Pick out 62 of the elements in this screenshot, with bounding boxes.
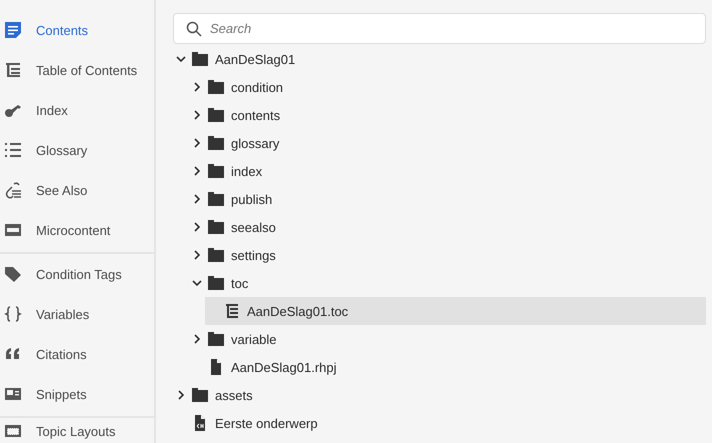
tree-item[interactable]: AanDeSlag01 [173,45,706,73]
chevron-right-icon[interactable] [192,138,202,148]
layout-icon [5,425,21,437]
sidebar-item[interactable]: Index [0,90,154,130]
folder-icon [208,164,224,178]
folder-icon [208,332,224,346]
chevron-right-icon[interactable] [192,166,202,176]
tree-item[interactable]: AanDeSlag01.toc [205,297,706,325]
tree-item[interactable]: glossary [189,129,706,157]
folder-icon [208,248,224,262]
tag-icon [5,267,21,282]
sidebar-item[interactable]: See Also [0,170,154,210]
file-icon [211,359,221,375]
tree-item[interactable]: variable [189,325,706,353]
link-icon [6,182,21,198]
sidebar-item[interactable]: Contents [0,10,154,50]
sidebar-item[interactable]: Topic Layouts [0,418,154,443]
panel-icon [5,224,21,236]
chevron-right-icon[interactable] [192,110,202,120]
tree-item[interactable]: toc [189,269,706,297]
folder-icon [208,220,224,234]
folder-icon [208,80,224,94]
folder-icon [208,192,224,206]
sidebar-item[interactable]: Glossary [0,130,154,170]
list-icon [5,143,21,157]
sidebar-item[interactable]: Variables [0,294,154,334]
chevron-right-icon[interactable] [192,250,202,260]
tree-item[interactable]: seealso [189,213,706,241]
list-tree-icon [226,304,238,318]
sidebar-item[interactable]: Microcontent [0,210,154,250]
key-icon [5,105,21,117]
chevron-right-icon[interactable] [192,194,202,204]
braces-icon [5,306,21,322]
list-tree-icon [6,63,20,77]
folder-icon [208,108,224,122]
sidebar-item[interactable]: Condition Tags [0,254,154,294]
folder-icon [192,52,208,66]
chevron-right-icon[interactable] [192,334,202,344]
tree-item[interactable]: Eerste onderwerp [173,409,706,437]
tree-item[interactable]: AanDeSlag01.rhpj [189,353,706,381]
quote-icon [6,348,19,359]
chevron-right-icon[interactable] [176,390,186,400]
chevron-down-icon[interactable] [176,54,186,64]
document-icon [5,22,21,38]
sidebar-item[interactable]: Snippets [0,374,154,414]
folder-icon [208,136,224,150]
snippet-icon [5,388,21,400]
sidebar-item[interactable]: Citations [0,334,154,374]
tree-item[interactable]: assets [173,381,706,409]
html-file-icon [195,415,205,431]
tree-item[interactable]: publish [189,185,706,213]
search-field[interactable]: Search [173,13,706,44]
sidebar-item[interactable]: Table of Contents [0,50,154,90]
chevron-right-icon[interactable] [192,82,202,92]
chevron-right-icon[interactable] [192,222,202,232]
folder-icon [208,276,224,290]
tree-item[interactable]: index [189,157,706,185]
tree-item[interactable]: settings [189,241,706,269]
folder-icon [192,388,208,402]
tree-item[interactable]: condition [189,73,706,101]
tree-item[interactable]: contents [189,101,706,129]
chevron-down-icon[interactable] [192,278,202,288]
